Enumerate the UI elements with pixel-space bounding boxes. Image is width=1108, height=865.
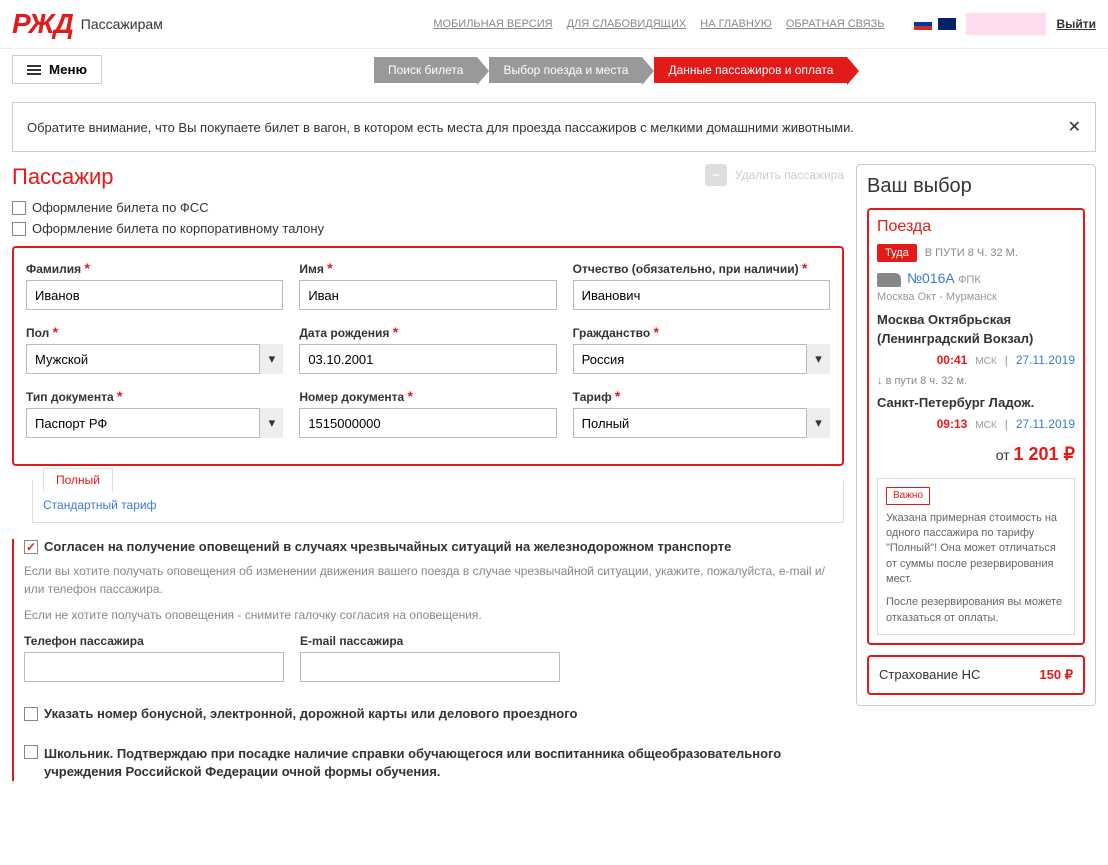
step-payment: Данные пассажиров и оплата	[654, 57, 847, 83]
insurance-box[interactable]: Страхование НС 150 ₽	[867, 655, 1085, 695]
logo-subtitle: Пассажирам	[81, 16, 163, 32]
doctype-label: Тип документа *	[26, 388, 283, 404]
consent-hint1: Если вы хотите получать оповещения об из…	[24, 562, 844, 598]
fss-label: Оформление билета по ФСС	[32, 200, 209, 215]
station-to: Санкт-Петербург Ладож.	[877, 393, 1075, 413]
bonus-label: Указать номер бонусной, электронной, дор…	[44, 706, 577, 721]
important-text2: После резервирования вы можете отказатьс…	[886, 595, 1066, 626]
email-input[interactable]	[300, 652, 560, 682]
trains-title: Поезда	[877, 218, 1075, 236]
user-box	[966, 13, 1046, 35]
corporate-checkbox[interactable]	[12, 222, 26, 236]
docnumber-label: Номер документа *	[299, 388, 556, 404]
step-search[interactable]: Поиск билета	[374, 57, 477, 83]
phone-input[interactable]	[24, 652, 284, 682]
tariff-info: Полный Стандартный тариф	[32, 480, 844, 523]
link-home[interactable]: НА ГЛАВНУЮ	[700, 18, 772, 30]
insurance-label: Страхование НС	[879, 667, 980, 683]
docnumber-input[interactable]	[299, 408, 556, 438]
notice-bar: Обратите внимание, что Вы покупаете биле…	[12, 102, 1096, 152]
close-icon[interactable]: ✕	[1068, 117, 1081, 137]
tariff-select[interactable]	[573, 408, 830, 438]
delete-passenger-label: Удалить пассажира	[735, 168, 844, 182]
gender-label: Пол *	[26, 324, 283, 340]
surname-label: Фамилия *	[26, 260, 283, 276]
logo[interactable]: РЖД Пассажирам	[12, 8, 163, 40]
sidebar-choice: Ваш выбор Поезда Туда В ПУТИ 8 Ч. 32 М. …	[856, 164, 1096, 706]
link-mobile[interactable]: МОБИЛЬНАЯ ВЕРСИЯ	[433, 18, 552, 30]
consent-hint2: Если не хотите получать оповещения - сни…	[24, 606, 844, 624]
citizenship-label: Гражданство *	[573, 324, 830, 340]
direction-badge: Туда	[877, 244, 917, 262]
logo-icon: РЖД	[12, 8, 73, 40]
name-input[interactable]	[299, 280, 556, 310]
link-feedback[interactable]: ОБРАТНАЯ СВЯЗЬ	[786, 18, 885, 30]
gender-select[interactable]	[26, 344, 283, 374]
patronymic-label: Отчество (обязательно, при наличии) *	[573, 260, 830, 276]
school-label: Школьник. Подтверждаю при посадке наличи…	[44, 745, 844, 781]
flag-ru-icon[interactable]	[914, 18, 932, 30]
birthdate-input[interactable]	[299, 344, 556, 374]
travel-time: ↓ в пути 8 ч. 32 м.	[877, 373, 1075, 390]
doctype-select[interactable]	[26, 408, 283, 438]
logout-link[interactable]: Выйти	[1056, 17, 1096, 31]
surname-input[interactable]	[26, 280, 283, 310]
choice-title: Ваш выбор	[867, 175, 1085, 198]
tariff-tab[interactable]: Полный	[43, 468, 113, 492]
duration-text: В ПУТИ 8 Ч. 32 М.	[925, 247, 1018, 259]
school-checkbox[interactable]	[24, 745, 38, 759]
delete-passenger-button[interactable]: −	[705, 164, 727, 186]
fss-checkbox[interactable]	[12, 201, 26, 215]
consent-label: Согласен на получение оповещений в случа…	[44, 539, 731, 554]
train-icon	[877, 273, 901, 287]
top-nav: МОБИЛЬНАЯ ВЕРСИЯ ДЛЯ СЛАБОВИДЯЩИХ НА ГЛА…	[433, 18, 884, 30]
price: 1 201 ₽	[1014, 444, 1076, 464]
station-from: Москва Октябрьская (Ленинградский Вокзал…	[877, 310, 1075, 349]
train-number[interactable]: №016А	[907, 270, 955, 286]
email-label: E-mail пассажира	[300, 634, 560, 648]
insurance-price: 150 ₽	[1039, 667, 1073, 683]
train-route: Москва Окт - Мурманск	[877, 289, 1075, 306]
corporate-label: Оформление билета по корпоративному тало…	[32, 221, 324, 236]
bonus-checkbox[interactable]	[24, 707, 38, 721]
link-a11y[interactable]: ДЛЯ СЛАБОВИДЯЩИХ	[567, 18, 687, 30]
consent-checkbox[interactable]	[24, 540, 38, 554]
patronymic-input[interactable]	[573, 280, 830, 310]
notice-text: Обратите внимание, что Вы покупаете биле…	[27, 120, 854, 135]
phone-label: Телефон пассажира	[24, 634, 284, 648]
tariff-label: Тариф *	[573, 388, 830, 404]
passenger-form: Фамилия * Имя * Отчество (обязательно, п…	[12, 246, 844, 466]
menu-button[interactable]: Меню	[12, 55, 102, 84]
important-badge: Важно	[886, 487, 930, 505]
name-label: Имя *	[299, 260, 556, 276]
tariff-standard-link[interactable]: Стандартный тариф	[43, 498, 156, 512]
important-text1: Указана примерная стоимость на одного па…	[886, 511, 1066, 588]
flag-gb-icon[interactable]	[938, 18, 956, 30]
breadcrumb: Поиск билета Выбор поезда и места Данные…	[374, 57, 859, 83]
step-select[interactable]: Выбор поезда и места	[489, 57, 642, 83]
birthdate-label: Дата рождения *	[299, 324, 556, 340]
burger-icon	[27, 63, 41, 77]
citizenship-select[interactable]	[573, 344, 830, 374]
